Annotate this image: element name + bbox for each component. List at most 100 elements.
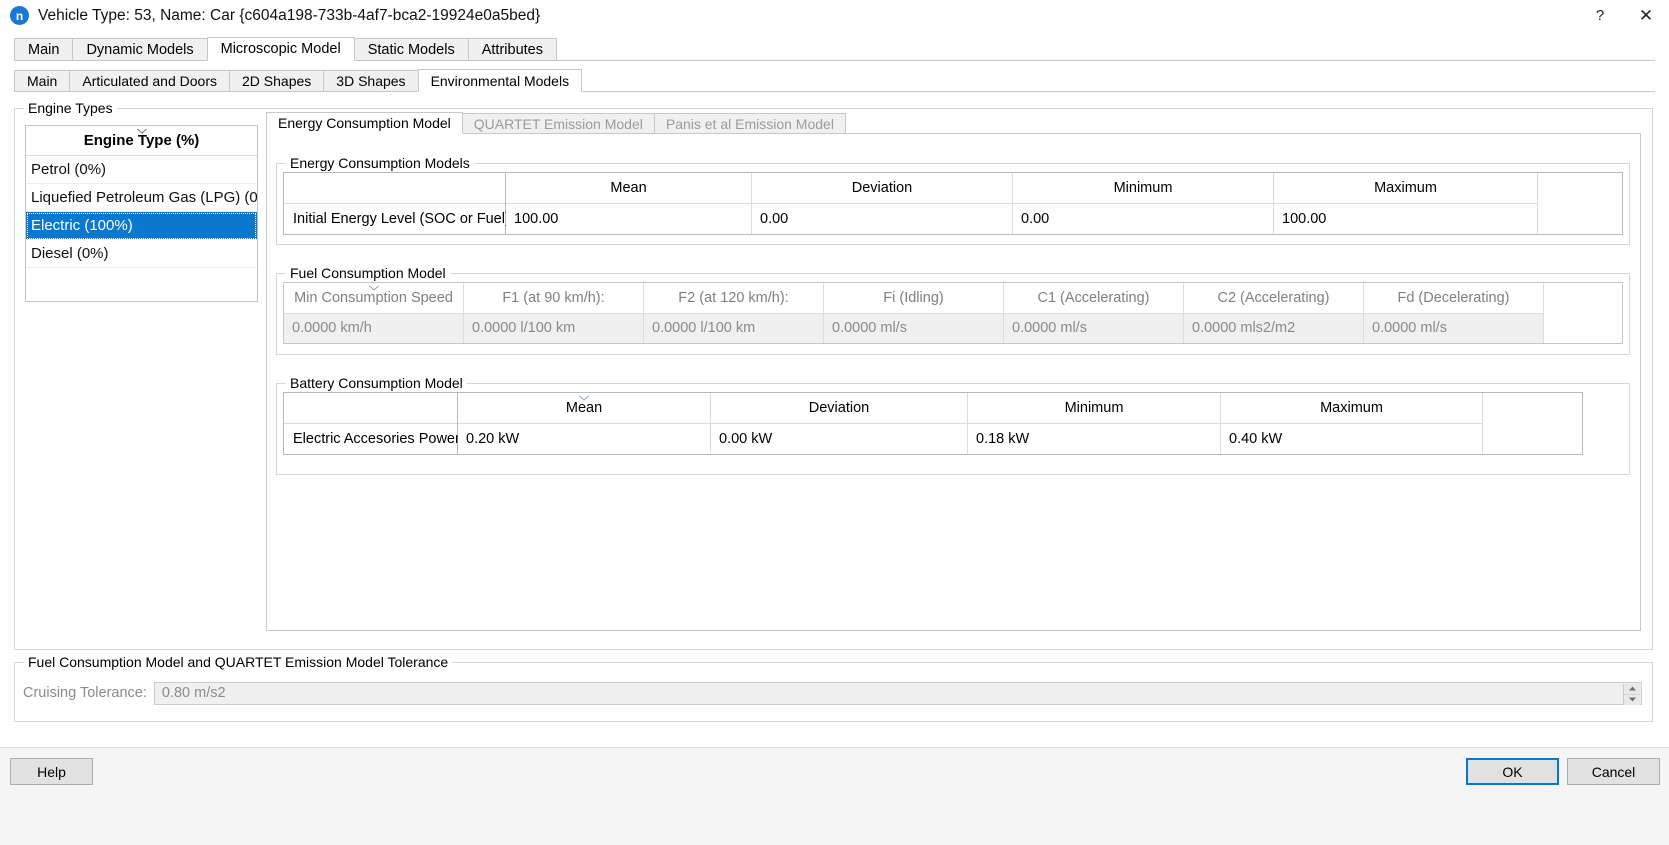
- battery-header-label-mean: Mean: [565, 400, 603, 416]
- tab-attributes[interactable]: Attributes: [467, 38, 557, 61]
- energy-consumption-table[interactable]: Initial Energy Level (SOC or Fuel) Mean …: [283, 172, 1623, 235]
- tab-quartet-emission-model[interactable]: QUARTET Emission Model: [461, 113, 655, 134]
- battery-cell-deviation[interactable]: 0.00 kW: [711, 423, 967, 454]
- fuel-header-min-consumption-speed: Min Consumption Speed: [284, 283, 463, 313]
- fuel-cell-fi: 0.0000 ml/s: [824, 312, 1003, 343]
- tab-main[interactable]: Main: [14, 38, 74, 61]
- engine-row-diesel[interactable]: Diesel (0%): [26, 240, 257, 268]
- cruising-tolerance-stepper[interactable]: [1623, 683, 1640, 705]
- help-icon[interactable]: ?: [1577, 0, 1623, 31]
- energy-cell-deviation[interactable]: 0.00: [752, 203, 1012, 234]
- battery-cell-minimum[interactable]: 0.18 kW: [968, 423, 1220, 454]
- energy-col-mean[interactable]: Mean 100.00: [506, 173, 752, 234]
- fuel-header-label-0: Min Consumption Speed: [294, 289, 453, 306]
- outer-tab-bar: Main Dynamic Models Microscopic Model St…: [14, 37, 1669, 61]
- battery-table-filler: [1483, 393, 1582, 454]
- battery-col-mean[interactable]: Mean 0.20 kW: [458, 393, 711, 454]
- battery-header-deviation[interactable]: Deviation: [711, 393, 967, 423]
- energy-col-maximum[interactable]: Maximum 100.00: [1274, 173, 1538, 234]
- cancel-button[interactable]: Cancel: [1567, 758, 1660, 785]
- tab-2d-shapes[interactable]: 2D Shapes: [229, 70, 325, 92]
- fuel-header-c1: C1 (Accelerating): [1004, 283, 1183, 313]
- fuel-col-f2: F2 (at 120 km/h): 0.0000 l/100 km: [644, 283, 824, 343]
- engine-type-list-header[interactable]: Engine Type (%): [26, 126, 257, 156]
- fuel-header-fi: Fi (Idling): [824, 283, 1003, 313]
- sort-descending-icon: [368, 285, 379, 291]
- fuel-cell-f1: 0.0000 l/100 km: [464, 312, 643, 343]
- energy-col-deviation[interactable]: Deviation 0.00: [752, 173, 1013, 234]
- energy-cell-maximum[interactable]: 100.00: [1274, 203, 1537, 234]
- tab-panis-et-al-emission-model[interactable]: Panis et al Emission Model: [653, 113, 846, 134]
- stepper-up-icon[interactable]: [1624, 683, 1640, 695]
- tab-environmental-models[interactable]: Environmental Models: [417, 69, 583, 92]
- tab-energy-consumption-model[interactable]: Energy Consumption Model: [266, 112, 463, 134]
- energy-header-maximum[interactable]: Maximum: [1274, 173, 1537, 203]
- fuel-header-f1: F1 (at 90 km/h):: [464, 283, 643, 313]
- engine-row-electric[interactable]: Electric (100%): [26, 212, 257, 240]
- app-icon: n: [10, 6, 29, 25]
- battery-col-maximum[interactable]: Maximum 0.40 kW: [1221, 393, 1483, 454]
- energy-header-minimum[interactable]: Minimum: [1013, 173, 1273, 203]
- fuel-col-fi: Fi (Idling) 0.0000 ml/s: [824, 283, 1004, 343]
- battery-col-minimum[interactable]: Minimum 0.18 kW: [968, 393, 1221, 454]
- engine-type-header-label: Engine Type (%): [83, 132, 200, 149]
- engine-types-group: Engine Types Engine Type (%) Petrol (0%)…: [14, 100, 1653, 650]
- energy-consumption-models-group: Energy Consumption Models Initial Energy…: [276, 155, 1630, 245]
- engine-row-lpg[interactable]: Liquefied Petroleum Gas (LPG) (0%): [26, 184, 257, 212]
- battery-header-mean[interactable]: Mean: [458, 393, 710, 423]
- tab-articulated-and-doors[interactable]: Articulated and Doors: [69, 70, 230, 92]
- battery-col-label: Electric Accesories Power: [284, 393, 460, 454]
- tab-dynamic-models[interactable]: Dynamic Models: [72, 38, 208, 61]
- energy-col-minimum[interactable]: Minimum 0.00: [1013, 173, 1274, 234]
- tab-inner-main[interactable]: Main: [14, 70, 71, 92]
- dialog-footer: Help OK Cancel: [0, 748, 1669, 845]
- battery-header-blank: [284, 393, 457, 423]
- battery-consumption-table[interactable]: Electric Accesories Power Mean 0.20 kW D…: [283, 392, 1583, 455]
- cruising-tolerance-row: Cruising Tolerance: 0.80 m/s2: [23, 681, 1642, 705]
- energy-consumption-model-pane: Energy Consumption Models Initial Energy…: [266, 133, 1641, 631]
- window-controls: ? ✕: [1577, 0, 1669, 31]
- fuel-col-f1: F1 (at 90 km/h): 0.0000 l/100 km: [464, 283, 644, 343]
- tolerance-legend: Fuel Consumption Model and QUARTET Emiss…: [24, 654, 453, 670]
- sort-descending-icon: [136, 128, 147, 134]
- ok-button[interactable]: OK: [1466, 758, 1559, 785]
- engine-types-legend: Engine Types: [24, 100, 117, 116]
- battery-header-minimum[interactable]: Minimum: [968, 393, 1220, 423]
- battery-col-deviation[interactable]: Deviation 0.00 kW: [711, 393, 968, 454]
- fuel-col-fd: Fd (Decelerating) 0.0000 ml/s: [1364, 283, 1544, 343]
- battery-cell-maximum[interactable]: 0.40 kW: [1221, 423, 1482, 454]
- energy-consumption-models-legend: Energy Consumption Models: [286, 155, 474, 171]
- energy-header-mean[interactable]: Mean: [506, 173, 751, 203]
- help-button[interactable]: Help: [10, 758, 93, 785]
- battery-cell-label: Electric Accesories Power: [284, 423, 460, 454]
- fuel-col-c2: C2 (Accelerating) 0.0000 mls2/m2: [1184, 283, 1364, 343]
- battery-cell-mean[interactable]: 0.20 kW: [458, 423, 710, 454]
- environmental-models-panel: Engine Types Engine Type (%) Petrol (0%)…: [14, 96, 1655, 744]
- fuel-consumption-model-legend: Fuel Consumption Model: [286, 265, 450, 281]
- battery-consumption-model-group: Battery Consumption Model Electric Acces…: [276, 375, 1630, 475]
- fuel-header-f2: F2 (at 120 km/h):: [644, 283, 823, 313]
- energy-cell-minimum[interactable]: 0.00: [1013, 203, 1273, 234]
- window-title-bar: n Vehicle Type: 53, Name: Car {c604a198-…: [0, 0, 1669, 31]
- engine-row-petrol[interactable]: Petrol (0%): [26, 156, 257, 184]
- engine-type-list[interactable]: Engine Type (%) Petrol (0%) Liquefied Pe…: [25, 125, 258, 302]
- tab-microscopic-model[interactable]: Microscopic Model: [206, 37, 355, 61]
- window-title: Vehicle Type: 53, Name: Car {c604a198-73…: [38, 6, 541, 24]
- stepper-down-icon[interactable]: [1624, 694, 1640, 705]
- battery-header-maximum[interactable]: Maximum: [1221, 393, 1482, 423]
- energy-cell-mean[interactable]: 100.00: [506, 203, 751, 234]
- close-icon[interactable]: ✕: [1623, 0, 1669, 31]
- energy-cell-label: Initial Energy Level (SOC or Fuel): [284, 203, 510, 234]
- cruising-tolerance-value: 0.80 m/s2: [161, 685, 226, 701]
- tab-static-models[interactable]: Static Models: [353, 38, 469, 61]
- energy-header-deviation[interactable]: Deviation: [752, 173, 1012, 203]
- engine-row-empty[interactable]: [26, 268, 257, 296]
- sort-descending-icon: [579, 395, 590, 401]
- energy-col-label: Initial Energy Level (SOC or Fuel): [284, 173, 510, 234]
- energy-header-blank: [284, 173, 505, 203]
- fuel-header-fd: Fd (Decelerating): [1364, 283, 1543, 313]
- fuel-header-c2: C2 (Accelerating): [1184, 283, 1363, 313]
- tab-3d-shapes[interactable]: 3D Shapes: [323, 70, 419, 92]
- cruising-tolerance-input[interactable]: 0.80 m/s2: [153, 681, 1642, 705]
- emission-model-card: Energy Consumption Model QUARTET Emissio…: [266, 112, 1641, 632]
